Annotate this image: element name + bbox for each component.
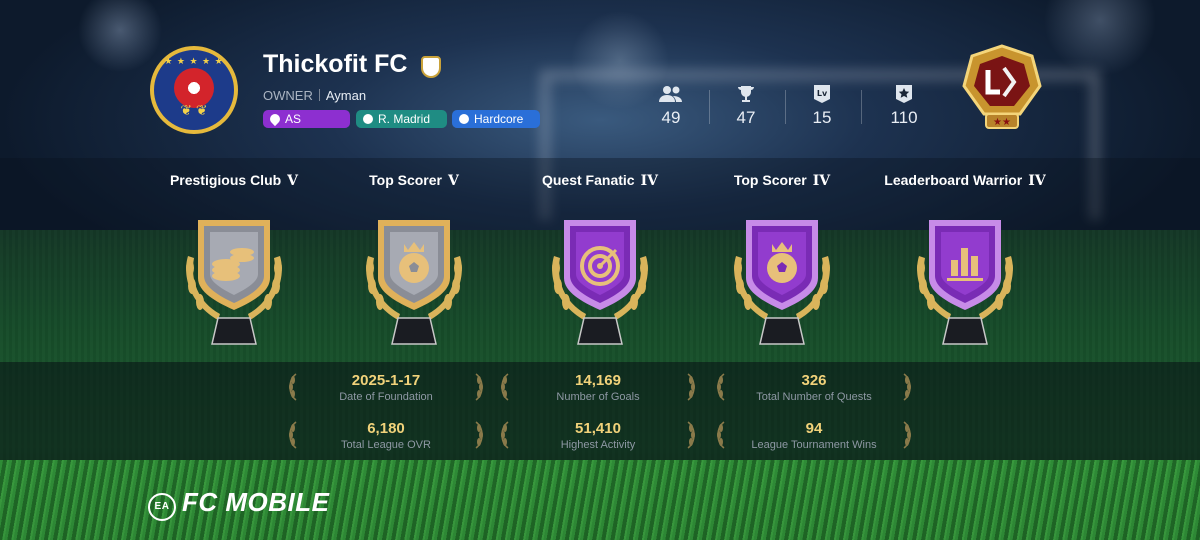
- trophy-icon: [711, 84, 781, 104]
- members-icon: [636, 84, 706, 104]
- stat-rank[interactable]: 110: [869, 84, 939, 128]
- laurel-icon: [498, 420, 512, 450]
- club-stat: 94 League Tournament Wins: [714, 420, 914, 451]
- location-pin-icon: [267, 111, 283, 127]
- laurel-icon: [286, 420, 300, 450]
- star-shield-icon: [869, 84, 939, 104]
- svg-text:Lv: Lv: [817, 89, 828, 98]
- club-stat-label: Number of Goals: [556, 391, 640, 403]
- laurel-icon: [684, 372, 698, 402]
- laurel-icon: [714, 372, 728, 402]
- laurel-icon: [498, 372, 512, 402]
- laurel-icon: [900, 372, 914, 402]
- achievement-title: Top Scorer IV: [733, 172, 831, 189]
- club-crest[interactable]: ★ ★ ★ ★ ★ ❦ ❦: [150, 46, 238, 134]
- favorite-team-tag: R. Madrid: [356, 110, 447, 128]
- achievement-trophy[interactable]: [174, 206, 294, 352]
- owner-label: OWNER: [263, 88, 313, 103]
- club-stat: 51,410 Highest Activity: [498, 420, 698, 451]
- laurel-icon: [472, 372, 486, 402]
- club-stat-value: 326: [801, 372, 827, 389]
- club-stat: 14,169 Number of Goals: [498, 372, 698, 403]
- achievement-trophy[interactable]: [905, 206, 1025, 352]
- owner-name[interactable]: Ayman: [326, 88, 366, 103]
- laurel-icon: [472, 420, 486, 450]
- club-stat-label: League Tournament Wins: [751, 439, 877, 451]
- club-stat-label: Total Number of Quests: [756, 391, 872, 403]
- ea-sports-logo: EA: [148, 493, 176, 521]
- club-stat-value: 14,169: [575, 372, 621, 389]
- laurel-icon: [286, 372, 300, 402]
- achievement-title: Top Scorer V: [369, 172, 459, 189]
- club-stat-label: Highest Activity: [560, 439, 636, 451]
- team-crest-icon: [421, 56, 441, 78]
- ball-icon: [459, 114, 469, 124]
- club-stat: 326 Total Number of Quests: [714, 372, 914, 403]
- club-stat-label: Date of Foundation: [339, 391, 433, 403]
- laurel-icon: [714, 420, 728, 450]
- owner-row: OWNER Ayman: [263, 88, 366, 103]
- club-stat: 2025-1-17 Date of Foundation: [286, 372, 486, 403]
- laurel-icon: [900, 420, 914, 450]
- achievement-trophy[interactable]: [722, 206, 842, 352]
- stat-members[interactable]: 49: [636, 84, 706, 128]
- club-stat-value: 51,410: [575, 420, 621, 437]
- level-icon: Lv: [787, 84, 857, 104]
- division-badge[interactable]: ★★: [958, 44, 1046, 134]
- stat-trophies[interactable]: 47: [711, 84, 781, 128]
- team-crest-icon: [363, 114, 373, 124]
- achievement-title: Leaderboard Warrior IV: [884, 172, 1046, 189]
- stat-level[interactable]: Lv 15: [787, 84, 857, 128]
- club-name: Thickofit FC: [263, 50, 408, 78]
- fc-mobile-logo: EA FC MOBILE: [148, 487, 330, 521]
- club-stat-value: 94: [805, 420, 823, 437]
- club-stat-label: Total League OVR: [341, 439, 431, 451]
- play-style-tag: Hardcore: [452, 110, 540, 128]
- svg-text:★★: ★★: [993, 117, 1011, 128]
- club-stat: 6,180 Total League OVR: [286, 420, 486, 451]
- achievement-trophy[interactable]: [540, 206, 660, 352]
- achievement-trophy[interactable]: [354, 206, 474, 352]
- laurel-icon: [684, 420, 698, 450]
- club-stat-value: 6,180: [367, 420, 405, 437]
- achievement-title: Prestigious Club V: [169, 172, 299, 189]
- achievement-title: Quest Fanatic IV: [541, 172, 658, 189]
- region-tag: AS: [263, 110, 350, 128]
- club-stat-value: 2025-1-17: [351, 372, 421, 389]
